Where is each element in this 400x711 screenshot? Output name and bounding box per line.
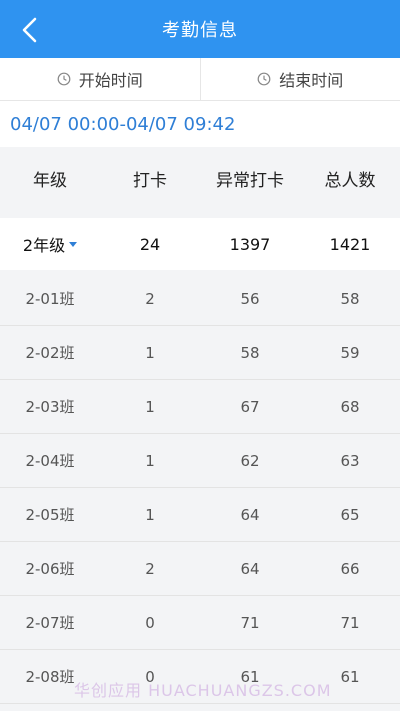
abnormal-count: 56 [240,289,260,308]
abnormal-count: 71 [240,613,260,632]
class-name: 2-02班 [25,344,75,362]
table-row[interactable]: 2-01班 2 56 58 [0,272,400,326]
summary-total: 1421 [329,234,371,254]
checkin-count: 1 [145,343,155,362]
table-row[interactable]: 2-07班 0 71 71 [0,596,400,650]
header-bar: 考勤信息 [0,0,400,58]
column-header-abnormal: 异常打卡 [216,170,284,191]
start-time-label: 开始时间 [78,71,143,90]
end-time-button[interactable]: 结束时间 [199,58,400,100]
end-time-label: 结束时间 [279,71,344,90]
class-name: 2-01班 [25,290,75,308]
watermark-text: 华创应用 HUACHUANGZS.COM [74,681,332,700]
grade-dropdown[interactable]: 2年级 [0,232,100,256]
checkin-count: 1 [145,451,155,470]
total-count: 58 [340,289,360,308]
abnormal-count: 58 [240,343,260,362]
total-count: 66 [340,559,360,578]
column-header-checkin: 打卡 [133,170,167,191]
abnormal-count: 64 [240,559,260,578]
class-name: 2-03班 [25,398,75,416]
table-row[interactable]: 2-06班 2 64 66 [0,542,400,596]
class-list: 2-01班 2 56 58 2-02班 1 58 59 2-03班 1 67 6… [0,272,400,704]
clock-icon [57,72,71,86]
checkin-count: 2 [145,559,155,578]
start-time-button[interactable]: 开始时间 [0,58,200,100]
table-row[interactable]: 2-05班 1 64 65 [0,488,400,542]
total-count: 71 [340,613,360,632]
date-range-text: 04/07 00:00-04/07 09:42 [0,101,400,147]
clock-icon [257,72,271,86]
checkin-count: 1 [145,505,155,524]
total-count: 63 [340,451,360,470]
grade-dropdown-label: 2年级 [22,236,66,255]
class-name: 2-05班 [25,506,75,524]
table-row[interactable]: 2-02班 1 58 59 [0,326,400,380]
column-header-grade: 年级 [33,170,67,191]
class-name: 2-04班 [25,452,75,470]
total-count: 65 [340,505,360,524]
class-name: 2-07班 [25,614,75,632]
summary-abnormal: 1397 [229,234,271,254]
page-title: 考勤信息 [162,20,238,41]
checkin-count: 1 [145,397,155,416]
checkin-count: 0 [145,613,155,632]
table-header: 年级 打卡 异常打卡 总人数 [0,150,400,206]
time-filter-bar: 开始时间 结束时间 [0,58,400,101]
total-count: 59 [340,343,360,362]
table-row[interactable]: 2-04班 1 62 63 [0,434,400,488]
checkin-count: 2 [145,289,155,308]
caret-down-icon [69,241,78,247]
class-name: 2-06班 [25,560,75,578]
abnormal-count: 62 [240,451,260,470]
abnormal-count: 67 [240,397,260,416]
table-row[interactable]: 2-03班 1 67 68 [0,380,400,434]
abnormal-count: 64 [240,505,260,524]
grade-summary-row: 2年级 24 1397 1421 [0,218,400,270]
column-header-total: 总人数 [324,170,376,191]
summary-checkin: 24 [139,234,161,254]
total-count: 68 [340,397,360,416]
